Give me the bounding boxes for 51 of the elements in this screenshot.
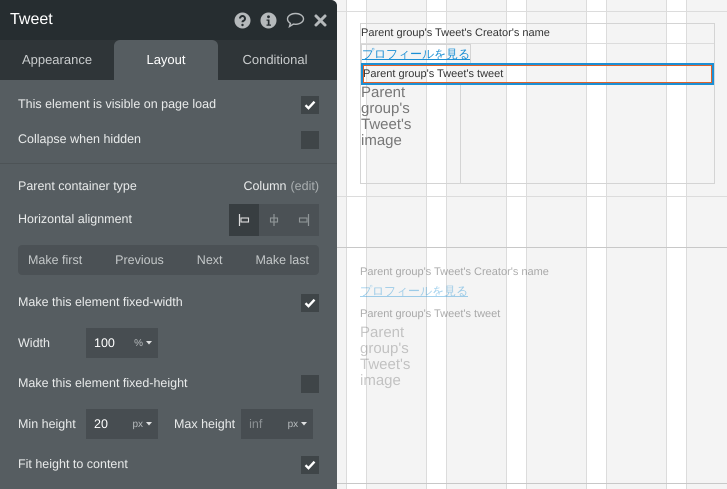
alignment-button[interactable] [229, 204, 259, 236]
unit-dropdown[interactable]: px [132, 416, 152, 432]
caret-icon [146, 341, 152, 345]
check-icon [304, 460, 316, 470]
setting-label: This element is visible on page load [18, 96, 216, 114]
setting-label: Parent container type [18, 178, 137, 195]
caret-icon [301, 422, 308, 426]
setting-label: Fit height to content [18, 456, 128, 474]
edit-link[interactable]: (edit) [290, 176, 319, 196]
close-icon[interactable] [314, 14, 327, 26]
setting-label: Collapse when hidden [18, 131, 142, 148]
caret-icon [146, 422, 152, 426]
align-center-icon [268, 214, 280, 226]
setting-value: Column [243, 178, 287, 195]
field-label: Max height [174, 416, 236, 433]
comment-icon[interactable] [286, 12, 305, 28]
reorder-button[interactable]: Make last [255, 250, 309, 270]
selected-text-element[interactable]: Parent group's Tweet's tweet [361, 63, 714, 85]
setting-label: Horizontal alignment [18, 211, 132, 228]
reorder-button[interactable]: Previous [115, 250, 164, 270]
setting-label: Make this element fixed-height [18, 375, 188, 392]
number-field[interactable]: inf px [241, 409, 314, 439]
reorder-button[interactable]: Next [196, 250, 222, 270]
text-element: Parent group's Tweet's Creator's name [361, 24, 714, 44]
unit-dropdown[interactable]: px [288, 416, 308, 432]
checkbox[interactable] [301, 96, 319, 114]
check-icon [304, 298, 316, 308]
align-left-icon [238, 214, 250, 226]
info-icon[interactable] [260, 12, 277, 28]
help-icon[interactable] [234, 12, 251, 28]
reorder-button[interactable]: Make first [28, 250, 82, 270]
number-field[interactable]: 100 % [86, 328, 158, 358]
text-element: Parent group's Tweet's Creator's name [360, 264, 550, 280]
field-label: Width [18, 334, 51, 352]
field-label: Min height [18, 416, 77, 433]
image-placeholder-text: Parent group's Tweet's image [361, 85, 412, 149]
checkbox[interactable] [301, 374, 319, 392]
panel-title: Tweet [10, 10, 54, 30]
checkbox[interactable] [301, 294, 319, 312]
check-icon [304, 100, 316, 110]
unit-dropdown[interactable]: % [134, 336, 152, 350]
checkbox[interactable] [301, 130, 319, 148]
profile-link[interactable]: プロフィールを見る [361, 44, 471, 64]
number-field[interactable]: 20 px [86, 409, 158, 439]
image-element[interactable]: Parent group's Tweet's image [361, 85, 461, 183]
setting-label: Make this element fixed-width [18, 294, 183, 312]
checkbox[interactable] [301, 456, 319, 474]
tab[interactable]: Layout [114, 40, 218, 80]
tab[interactable]: Appearance [0, 40, 114, 80]
align-right-icon [298, 214, 310, 226]
tab[interactable]: Conditional [218, 40, 332, 80]
